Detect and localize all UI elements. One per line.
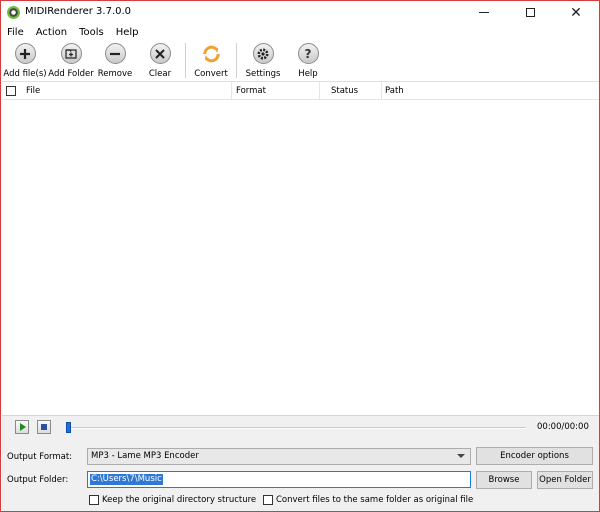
menu-file[interactable]: File — [1, 27, 30, 38]
add-folder-button[interactable]: Add Folder — [48, 42, 94, 80]
list-body[interactable] — [2, 100, 599, 415]
app-logo-icon — [7, 6, 20, 19]
maximize-button[interactable] — [507, 1, 553, 24]
player-bar: 00:00/00:00 — [2, 415, 599, 439]
window-title: MIDIRenderer 3.7.0.0 — [25, 6, 132, 17]
output-folder-input[interactable]: C:\Users\7\Music — [87, 471, 471, 488]
output-folder-value: C:\Users\7\Music — [90, 474, 163, 485]
output-format-label: Output Format: — [7, 452, 73, 462]
gear-icon — [252, 43, 274, 64]
play-button[interactable] — [15, 420, 29, 434]
toolbar: Add file(s) Add Folder Remove Clear Conv… — [1, 40, 599, 81]
close-icon: ✕ — [570, 4, 582, 21]
clear-label: Clear — [148, 69, 172, 79]
select-all-checkbox[interactable] — [6, 86, 16, 96]
keep-structure-label: Keep the original directory structure — [102, 495, 257, 505]
stop-icon — [41, 424, 47, 430]
app-window: MIDIRenderer 3.7.0.0 ✕ File Action Tools… — [0, 0, 600, 512]
question-icon: ? — [297, 43, 319, 64]
same-folder-label: Convert files to the same folder as orig… — [276, 495, 474, 505]
seek-thumb[interactable] — [66, 422, 71, 433]
same-folder-checkbox[interactable] — [263, 495, 273, 505]
folder-add-icon — [60, 43, 82, 64]
settings-label: Settings — [245, 69, 281, 79]
menu-help[interactable]: Help — [110, 27, 145, 38]
convert-icon — [201, 43, 222, 64]
help-label: Help — [298, 69, 318, 79]
list-header: File Format Status Path — [2, 82, 599, 100]
output-format-value: MP3 - Lame MP3 Encoder — [91, 451, 199, 461]
chevron-down-icon — [457, 454, 465, 458]
toolbar-separator — [236, 43, 237, 78]
minus-icon — [104, 43, 126, 64]
open-folder-button[interactable]: Open Folder — [537, 471, 593, 489]
time-display: 00:00/00:00 — [537, 422, 589, 432]
menu-bar: File Action Tools Help — [1, 24, 599, 40]
output-settings-panel: Output Format: MP3 - Lame MP3 Encoder En… — [2, 439, 599, 511]
output-format-select[interactable]: MP3 - Lame MP3 Encoder — [87, 448, 471, 465]
toolbar-separator — [185, 43, 186, 78]
browse-button[interactable]: Browse — [476, 471, 532, 489]
output-folder-label: Output Folder: — [7, 475, 69, 485]
play-icon — [19, 423, 26, 431]
column-path[interactable]: Path — [381, 82, 599, 100]
plus-icon — [14, 43, 36, 64]
stop-button[interactable] — [37, 420, 51, 434]
clear-button[interactable]: Clear — [146, 42, 174, 80]
convert-label: Convert — [194, 69, 228, 79]
settings-button[interactable]: Settings — [246, 42, 280, 80]
keep-structure-checkbox[interactable] — [89, 495, 99, 505]
remove-button[interactable]: Remove — [98, 42, 132, 80]
remove-label: Remove — [97, 69, 133, 79]
minimize-icon — [479, 12, 489, 13]
clear-x-icon — [149, 43, 171, 64]
convert-button[interactable]: Convert — [194, 42, 228, 80]
minimize-button[interactable] — [461, 1, 507, 24]
column-file[interactable]: File — [22, 82, 232, 100]
add-files-label: Add file(s) — [3, 69, 47, 79]
file-list[interactable]: File Format Status Path — [2, 81, 599, 414]
close-button[interactable]: ✕ — [553, 1, 599, 24]
add-folder-label: Add Folder — [48, 69, 94, 79]
add-files-button[interactable]: Add file(s) — [3, 42, 47, 80]
column-format[interactable]: Format — [232, 82, 320, 100]
menu-tools[interactable]: Tools — [73, 27, 110, 38]
seek-bar[interactable] — [66, 427, 526, 429]
help-button[interactable]: ? Help — [294, 42, 322, 80]
title-bar: MIDIRenderer 3.7.0.0 ✕ — [1, 1, 599, 24]
encoder-options-button[interactable]: Encoder options — [476, 447, 593, 465]
maximize-icon — [525, 8, 535, 17]
menu-action[interactable]: Action — [30, 27, 73, 38]
column-status[interactable]: Status — [327, 82, 382, 100]
